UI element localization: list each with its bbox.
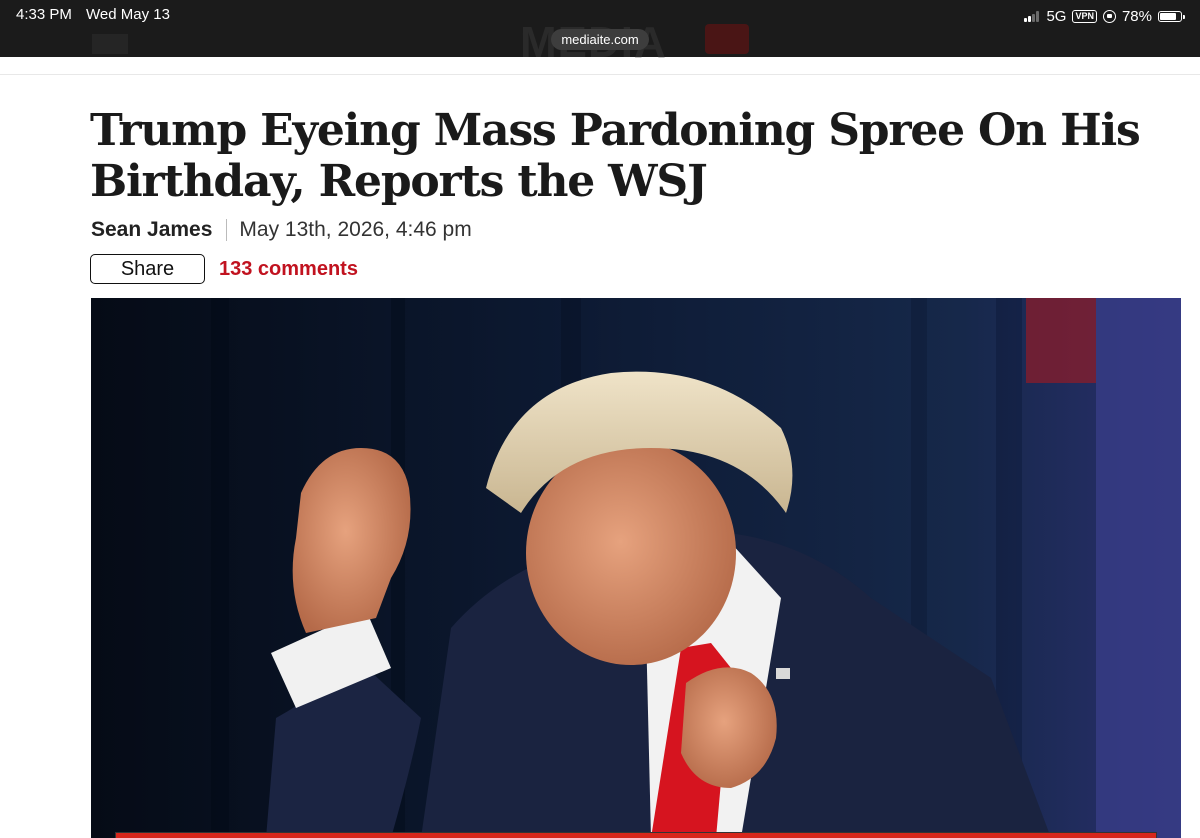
battery-icon (1158, 10, 1185, 22)
url-bar[interactable]: mediaite.com (551, 29, 649, 50)
byline-separator (226, 219, 228, 241)
battery-percent: 78% (1121, 7, 1152, 25)
rotation-lock-icon (1102, 9, 1116, 23)
header-divider (0, 74, 1200, 75)
publish-date: May 13th, 2026, 4:46 pm (239, 218, 472, 241)
network-label: 5G (1046, 7, 1067, 25)
status-date: Wed May 13 (86, 6, 170, 23)
author-link[interactable]: Sean James (91, 218, 212, 242)
comments-link[interactable]: 133 comments (219, 258, 358, 281)
vpn-icon: VPN (1072, 9, 1097, 23)
status-bar: MEDIA 4:33 PM Wed May 13 mediaite.com 5G… (0, 0, 1200, 67)
article-headline: Trump Eyeing Mass Pardoning Spree On His… (90, 105, 1141, 207)
signal-icon (1024, 10, 1040, 22)
site-logo-badge-ghost (705, 24, 749, 54)
bottom-banner (115, 832, 1157, 838)
status-time-date: 4:33 PM Wed May 13 (16, 6, 180, 23)
byline: Sean James May 13th, 2026, 4:46 pm (91, 218, 472, 242)
share-button[interactable]: Share (90, 254, 205, 284)
battery-fill (1160, 12, 1176, 20)
url-text: mediaite.com (561, 32, 639, 47)
status-time: 4:33 PM (16, 6, 72, 23)
hero-photo-illustration (91, 298, 1181, 838)
status-indicators: 5G VPN 78% (1024, 6, 1185, 26)
article-hero-image (91, 298, 1181, 838)
site-menu-ghost (92, 34, 128, 54)
